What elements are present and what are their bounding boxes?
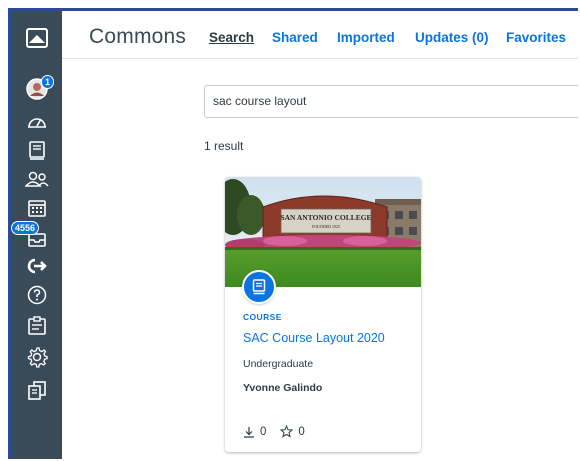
calendar-icon[interactable] [11, 194, 62, 222]
course-type-icon [242, 270, 276, 304]
app-title: Commons [89, 25, 187, 48]
avatar-badge: 1 [41, 75, 55, 89]
settings-icon[interactable] [11, 343, 62, 371]
favorite-count-value: 0 [298, 425, 305, 438]
tab-updates[interactable]: Updates (0) [415, 30, 489, 45]
commons-icon[interactable] [11, 252, 62, 280]
account-avatar[interactable]: 1 [11, 75, 62, 103]
logo-icon[interactable] [11, 24, 62, 52]
course-title-link[interactable]: SAC Course Layout 2020 [243, 331, 385, 345]
inbox-button[interactable]: 4556 [11, 221, 62, 252]
global-nav-sidebar: 1 4556 [11, 11, 62, 459]
download-icon [244, 426, 254, 438]
groups-icon[interactable] [11, 165, 62, 193]
result-count: 1 result [204, 139, 244, 153]
favorite-count[interactable]: 0 [280, 425, 305, 438]
tab-shared[interactable]: Shared [272, 30, 318, 45]
tab-search[interactable]: Search [209, 30, 254, 45]
dashboard-icon[interactable] [11, 107, 62, 135]
star-icon [280, 425, 294, 438]
search-input[interactable]: sac course layout [204, 85, 578, 118]
resource-type-label: COURSE [243, 312, 282, 322]
tab-imported[interactable]: Imported [337, 30, 395, 45]
main-content: Commons Search Shared Imported Updates (… [62, 11, 578, 459]
card-stats: 0 0 [243, 425, 319, 438]
app-frame: 1 4556 Commons Search Shared Imported Up… [8, 8, 578, 459]
copy-icon[interactable] [11, 376, 62, 404]
download-count: 0 [243, 426, 266, 438]
commons-header: Commons Search Shared Imported Updates (… [62, 11, 578, 59]
course-author: Yvonne Galindo [243, 382, 323, 394]
tab-favorites[interactable]: Favorites [506, 30, 566, 45]
sign-text: SAN ANTONIO COLLEGE [280, 213, 371, 222]
sign-subtext: FOUNDED 1925 [312, 224, 340, 229]
notes-icon[interactable] [11, 312, 62, 340]
course-result-card[interactable]: SAN ANTONIO COLLEGE FOUNDED 1925 COURSE … [225, 177, 421, 452]
download-count-value: 0 [260, 425, 267, 438]
inbox-badge: 4556 [11, 221, 40, 235]
courses-icon[interactable] [11, 137, 62, 165]
help-icon[interactable] [11, 281, 62, 309]
course-subtitle: Undergraduate [243, 358, 314, 370]
